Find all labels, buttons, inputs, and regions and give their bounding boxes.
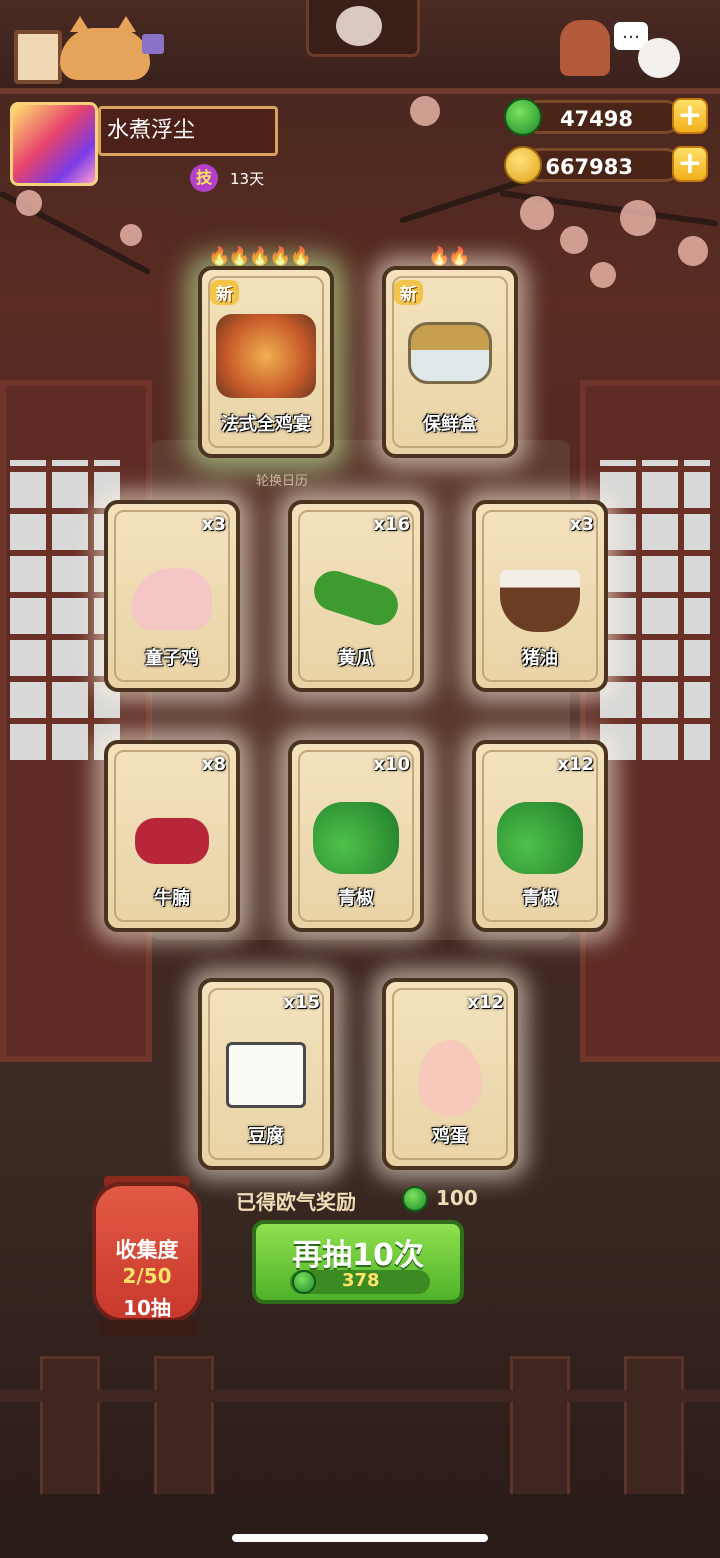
card-label: 保鲜盒 [423, 414, 477, 435]
collection-title: 收集度 [115, 1238, 179, 1262]
tofu-icon [226, 1042, 306, 1108]
card-label: 童子鸡 [145, 648, 199, 669]
card-item-4[interactable]: x10 青椒 [288, 740, 424, 932]
card-label: 青椒 [338, 888, 374, 909]
draw-again-button[interactable]: 再抽10次 378 [252, 1220, 464, 1304]
card-item-6[interactable]: x15 豆腐 [198, 978, 334, 1170]
collection-progress: 2/50 [122, 1264, 172, 1288]
white-cat-icon [638, 38, 680, 78]
green-gem-icon [292, 1270, 316, 1294]
card-special-0[interactable]: 新 法式全鸡宴 [198, 266, 334, 458]
card-label: 法式全鸡宴 [221, 414, 311, 435]
coin-currency-bar: 667983 [522, 148, 682, 182]
card-item-0[interactable]: x3 童子鸡 [104, 500, 240, 692]
card-label: 黄瓜 [338, 648, 374, 669]
chef-character-icon[interactable] [560, 20, 610, 76]
green-gem-icon [402, 1186, 428, 1212]
right-lattice-window [600, 460, 710, 760]
blossom-decoration [678, 236, 708, 266]
draw-again-label: 再抽10次 [292, 1238, 424, 1273]
card-item-5[interactable]: x12 青椒 [472, 740, 608, 932]
railing-post [510, 1356, 570, 1502]
card-quantity: x15 [283, 992, 320, 1013]
card-quantity: x3 [201, 514, 226, 535]
beef-brisket-icon [135, 818, 209, 864]
rotation-calendar-label[interactable]: 轮换日历 [256, 470, 308, 489]
collection-lantern[interactable]: 收集度 2/50 10抽 [92, 1182, 202, 1322]
skill-badge-icon[interactable]: 技 [190, 164, 218, 192]
card-special-1[interactable]: 新 保鲜盒 [382, 266, 518, 458]
add-gems-button[interactable]: + [672, 98, 708, 134]
card-item-1[interactable]: x16 黄瓜 [288, 500, 424, 692]
lard-bowl-icon [500, 570, 580, 632]
mascot-icon [336, 6, 382, 46]
card-label: 豆腐 [248, 1126, 284, 1147]
card-quantity: x16 [373, 514, 410, 535]
railing-bar [0, 1390, 720, 1402]
gem-currency-bar: 47498 [522, 100, 682, 134]
blossom-decoration [410, 96, 440, 126]
paw-frame-decoration [14, 30, 62, 84]
cat-ear [70, 16, 90, 32]
cat-decoration [60, 16, 150, 80]
green-pepper-icon [313, 802, 399, 874]
blossom-decoration [520, 196, 554, 230]
card-label: 青椒 [522, 888, 558, 909]
card-quantity: x12 [557, 754, 594, 775]
blossom-decoration [120, 224, 142, 246]
card-quantity: x8 [201, 754, 226, 775]
card-label: 猪油 [522, 648, 558, 669]
draw-cost: 378 [342, 1270, 380, 1291]
card-quantity: x12 [467, 992, 504, 1013]
railing-post [624, 1356, 684, 1502]
collection-draws: 10抽 [123, 1296, 171, 1320]
book-decoration [142, 34, 164, 54]
new-tag: 新 [394, 280, 423, 305]
player-name[interactable]: 水煮浮尘 [98, 106, 278, 156]
railing-post [40, 1356, 100, 1502]
card-label: 牛腩 [154, 888, 190, 909]
card-label: 鸡蛋 [432, 1126, 468, 1147]
card-item-2[interactable]: x3 猪油 [472, 500, 608, 692]
card-item-7[interactable]: x12 鸡蛋 [382, 978, 518, 1170]
days-counter: 13天 [230, 170, 265, 188]
blossom-decoration [620, 200, 656, 236]
rarity-flames: 🔥🔥🔥🔥🔥 [208, 246, 312, 267]
card-quantity: x3 [569, 514, 594, 535]
reward-label: 已得欧气奖励 [236, 1190, 356, 1214]
floor [0, 1494, 720, 1558]
player-avatar[interactable] [10, 102, 98, 186]
green-pepper-icon [497, 802, 583, 874]
blossom-decoration [16, 190, 42, 216]
add-coins-button[interactable]: + [672, 146, 708, 182]
rarity-flames: 🔥🔥 [428, 246, 471, 267]
home-indicator[interactable] [232, 1534, 488, 1542]
roast-chicken-feast-icon [216, 314, 316, 398]
new-tag: 新 [210, 280, 239, 305]
railing-post [154, 1356, 214, 1502]
food-container-icon [408, 322, 492, 384]
card-item-3[interactable]: x8 牛腩 [104, 740, 240, 932]
blossom-decoration [560, 226, 588, 254]
blossom-decoration [590, 262, 616, 288]
green-gem-icon [504, 98, 542, 136]
gold-coin-icon [504, 146, 542, 184]
cat-ear [116, 16, 136, 32]
reward-value: 100 [436, 1186, 478, 1210]
lantern-base [98, 1320, 196, 1336]
card-quantity: x10 [373, 754, 410, 775]
